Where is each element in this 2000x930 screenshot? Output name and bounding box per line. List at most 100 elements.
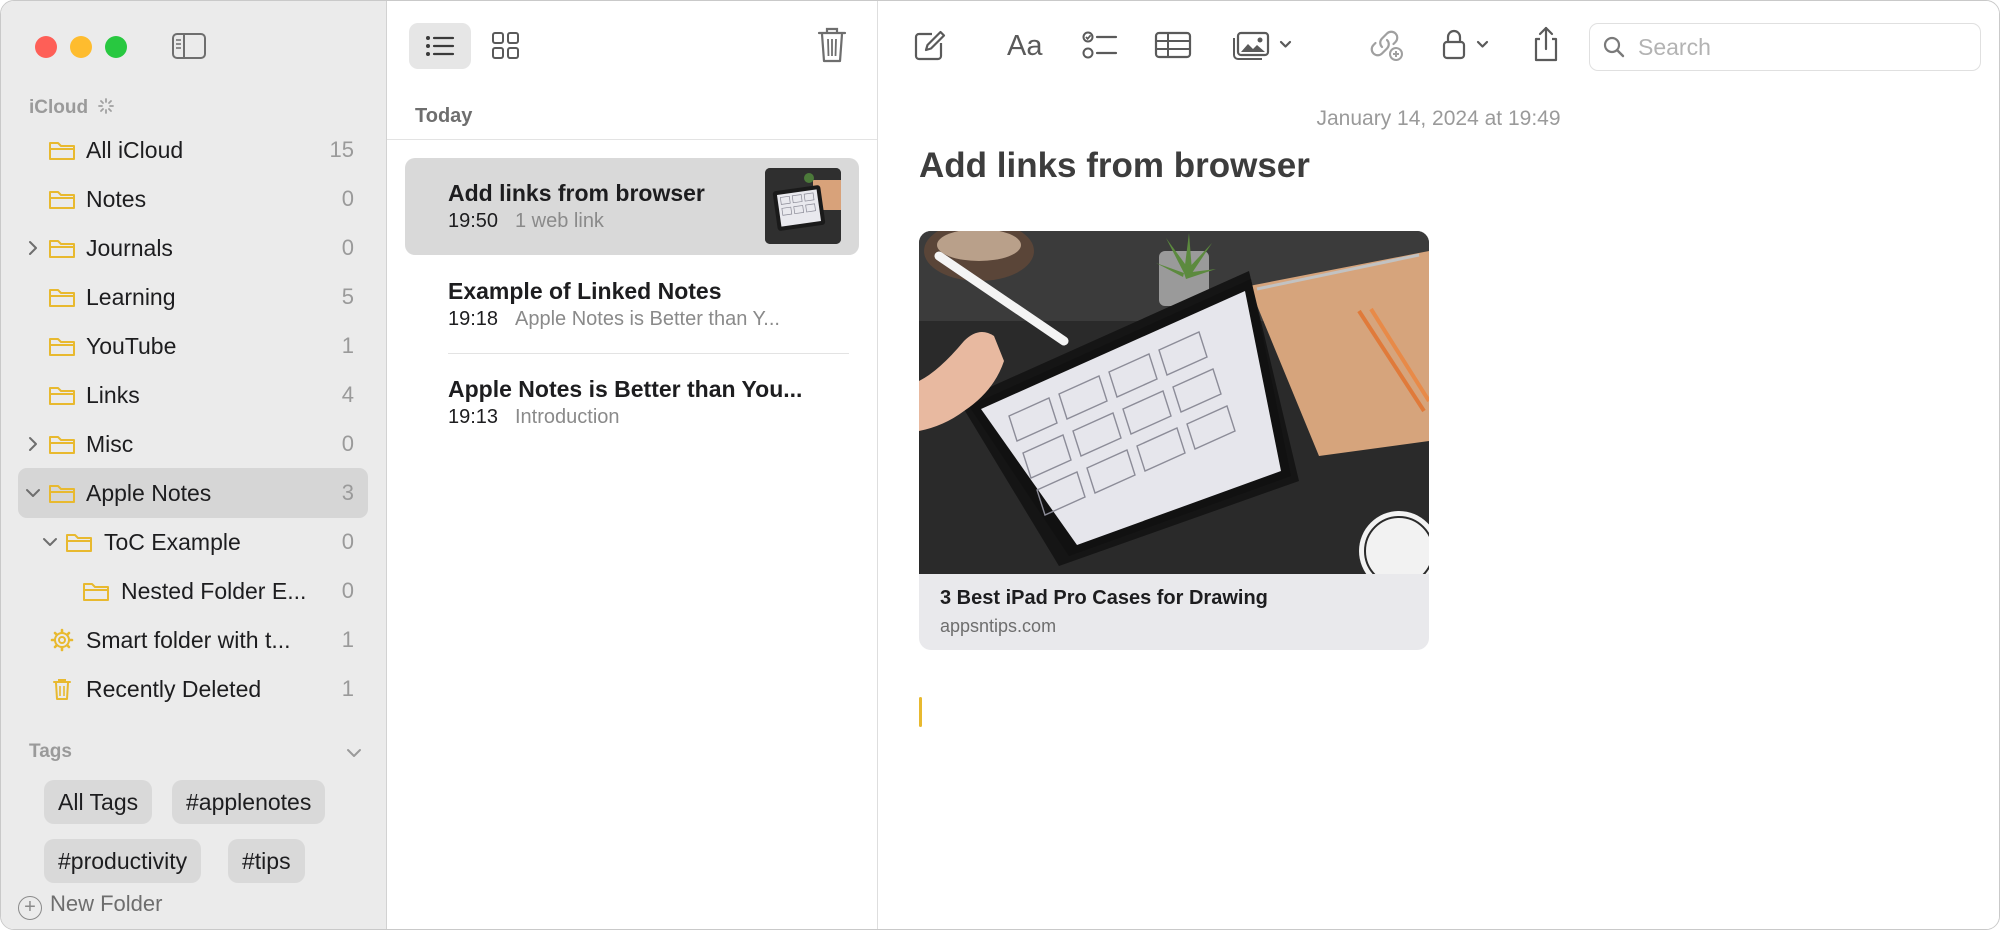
folder-label: Recently Deleted [86, 676, 262, 702]
folder-label: All iCloud [86, 137, 184, 163]
folder-label: Misc [86, 431, 134, 457]
note-heading[interactable]: Add links from browser [919, 146, 1310, 186]
folder-count: 3 [341, 480, 354, 505]
folder-icon [49, 191, 75, 209]
folder-icon [83, 583, 109, 601]
folder-all-icloud[interactable]: All iCloud 15 [18, 125, 368, 175]
checklist-icon[interactable] [1081, 25, 1119, 65]
note-item[interactable]: Apple Notes is Better than You... 19:13 … [405, 354, 859, 451]
collaborate-link-icon[interactable] [1367, 25, 1405, 65]
folder-count: 0 [341, 186, 354, 211]
plus-circle-icon: + [18, 896, 42, 920]
folder-notes[interactable]: Notes 0 [18, 174, 368, 224]
list-view-button[interactable] [409, 23, 471, 69]
folder-label: Nested Folder E... [121, 578, 307, 604]
notes-window: iCloud All iCloud 15 Notes 0 Journals 0 … [0, 0, 2000, 930]
new-folder-button[interactable]: + New Folder [18, 891, 162, 920]
folder-nested-folder[interactable]: Nested Folder E... 0 [18, 566, 368, 616]
folder-count: 0 [341, 431, 354, 456]
note-list: Today Add links from browser 19:50 1 web… [387, 1, 878, 929]
link-title: 3 Best iPad Pro Cases for Drawing [940, 587, 1268, 609]
folder-count: 0 [341, 235, 354, 260]
table-icon[interactable] [1154, 25, 1192, 65]
smart-folder[interactable]: Smart folder with t... 1 [18, 615, 368, 665]
note-preview: 1 web link [515, 210, 604, 232]
note-title: Example of Linked Notes [448, 278, 722, 304]
note-time: 19:13 [448, 406, 499, 428]
folder-icon [49, 338, 75, 356]
tag-productivity[interactable]: #productivity [44, 839, 202, 883]
folder-count: 15 [329, 137, 354, 162]
folder-toc-example[interactable]: ToC Example 0 [18, 517, 368, 567]
folder-count: 0 [341, 529, 354, 554]
note-title: Add links from browser [448, 180, 705, 206]
chevron-right-icon[interactable] [24, 239, 42, 257]
folder-label: Apple Notes [86, 480, 212, 506]
chevron-down-icon[interactable] [24, 484, 42, 502]
folder-icon [49, 142, 75, 160]
folder-label: Notes [86, 186, 147, 212]
trash-icon[interactable] [815, 25, 849, 65]
search-input[interactable] [1636, 32, 1970, 62]
close-window-button[interactable] [35, 36, 57, 58]
folder-recently-deleted[interactable]: Recently Deleted 1 [18, 664, 368, 714]
folder-count: 0 [341, 578, 354, 603]
chevron-down-icon[interactable] [41, 533, 59, 551]
tag-tips[interactable]: #tips [228, 839, 305, 883]
note-preview: Introduction [515, 406, 620, 428]
folder-count: 4 [341, 382, 354, 407]
folder-journals[interactable]: Journals 0 [18, 223, 368, 273]
folder-learning[interactable]: Learning 5 [18, 272, 368, 322]
sidebar: iCloud All iCloud 15 Notes 0 Journals 0 … [1, 1, 387, 929]
folder-icon [49, 289, 75, 307]
link-preview-card[interactable]: 3 Best iPad Pro Cases for Drawing appsnt… [919, 231, 1429, 650]
folder-count: 1 [341, 333, 354, 358]
folder-label: Learning [86, 284, 176, 310]
note-time: 19:18 [448, 308, 499, 330]
trash-icon [53, 679, 71, 700]
folder-label: Links [86, 382, 140, 408]
minimize-window-button[interactable] [70, 36, 92, 58]
compose-icon[interactable] [912, 25, 948, 65]
maximize-window-button[interactable] [105, 36, 127, 58]
svg-text:Aa: Aa [1007, 30, 1043, 62]
sidebar-toggle-icon[interactable] [171, 31, 207, 61]
list-view-icon [426, 36, 455, 56]
folder-label: YouTube [86, 333, 177, 359]
gallery-view-button[interactable] [475, 23, 537, 69]
text-format-icon[interactable]: Aa [1006, 25, 1046, 65]
tag-all-tags[interactable]: All Tags [44, 780, 153, 824]
link-domain: appsntips.com [940, 616, 1057, 636]
chevron-right-icon[interactable] [24, 435, 42, 453]
search-field[interactable] [1589, 23, 1981, 71]
folder-icon [49, 436, 75, 454]
link-preview-image [919, 231, 1429, 574]
folder-count: 5 [341, 284, 354, 309]
list-section-today: Today [415, 105, 473, 127]
search-icon [1603, 36, 1625, 58]
folder-links[interactable]: Links 4 [18, 370, 368, 420]
folder-icon [49, 240, 75, 258]
folder-misc[interactable]: Misc 0 [18, 419, 368, 469]
folder-youtube[interactable]: YouTube 1 [18, 321, 368, 371]
note-item[interactable]: Add links from browser 19:50 1 web link [405, 158, 859, 255]
new-folder-label: New Folder [50, 891, 163, 916]
gear-icon [50, 628, 74, 652]
folder-count: 1 [341, 627, 354, 652]
sync-spinner-icon [98, 98, 115, 114]
folder-icon [49, 485, 75, 503]
lock-icon[interactable] [1438, 25, 1496, 65]
note-preview: Apple Notes is Better than Y... [515, 308, 780, 330]
note-editor: Aa Search January 14, 2024 at 19:49 Add … [878, 1, 1999, 929]
divider [387, 139, 877, 140]
folder-label: Journals [86, 235, 173, 261]
chevron-down-icon[interactable] [344, 743, 364, 763]
folder-count: 1 [341, 676, 354, 701]
text-cursor [919, 697, 922, 727]
media-icon[interactable] [1232, 25, 1298, 65]
share-icon[interactable] [1529, 25, 1563, 65]
tag-applenotes[interactable]: #applenotes [172, 780, 326, 824]
folder-apple-notes[interactable]: Apple Notes 3 [18, 468, 368, 518]
folder-label: Smart folder with t... [86, 627, 291, 653]
note-item[interactable]: Example of Linked Notes 19:18 Apple Note… [405, 256, 859, 354]
